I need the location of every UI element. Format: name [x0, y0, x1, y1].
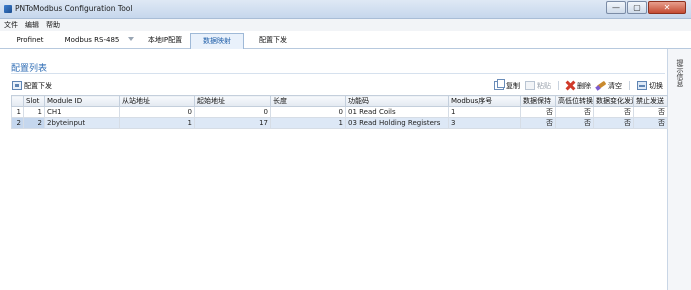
tab-config-download[interactable]: 配置下发 — [248, 33, 298, 49]
col-header-length[interactable]: 长度 — [270, 95, 346, 107]
col-header-modbus-index[interactable]: Modbus序号 — [448, 95, 521, 107]
switch-icon — [637, 81, 647, 90]
col-header-start-address[interactable]: 起始地址 — [194, 95, 271, 107]
window-title: PNToModbus Configuration Tool — [15, 4, 133, 13]
cell-slave-address[interactable]: 0 — [119, 106, 195, 118]
cell-length[interactable]: 1 — [270, 117, 346, 129]
close-button[interactable]: ✕ — [648, 1, 686, 14]
col-header-module-id[interactable]: Module ID — [44, 95, 120, 107]
main-panel: 配置列表 配置下发 复制 粘贴 删除 清空 切换 Slot Module ID … — [0, 49, 668, 290]
cell-byte-swap[interactable]: 否 — [555, 117, 594, 129]
cell-modbus-index[interactable]: 3 — [448, 117, 521, 129]
tab-bar: Profinet Modbus RS-485 本地IP配置 数据映射 配置下发 — [0, 31, 691, 49]
menu-help[interactable]: 帮助 — [46, 20, 60, 30]
section-divider — [11, 73, 665, 74]
cell-slave-address[interactable]: 1 — [119, 117, 195, 129]
copy-button[interactable]: 复制 — [494, 79, 520, 91]
switch-label: 切换 — [649, 81, 663, 90]
tab-modbus-rs485[interactable]: Modbus RS-485 — [60, 33, 124, 49]
switch-button[interactable]: 切换 — [637, 81, 663, 91]
upload-icon — [12, 81, 22, 90]
row-number: 1 — [11, 106, 24, 118]
cell-send-on-change[interactable]: 否 — [593, 106, 634, 118]
cell-modbus-index[interactable]: 1 — [448, 106, 521, 118]
table-row[interactable]: 2 2 2byteinput 1 17 1 03 Read Holding Re… — [11, 117, 668, 129]
delete-icon — [566, 81, 575, 90]
delete-label: 删除 — [577, 81, 591, 90]
cell-slot: 1 — [23, 106, 45, 118]
paste-button[interactable]: 粘贴 — [525, 81, 551, 91]
maximize-button[interactable]: ▢ — [627, 1, 647, 14]
eraser-icon — [596, 81, 606, 90]
cell-module-id[interactable]: 2byteinput — [44, 117, 120, 129]
copy-label: 复制 — [506, 81, 520, 90]
delete-button[interactable]: 删除 — [566, 81, 591, 91]
table-row[interactable]: 1 1 CH1 0 0 0 01 Read Coils 1 否 否 否 否 — [11, 106, 668, 118]
col-header-byte-swap[interactable]: 高低位转换 — [555, 95, 594, 107]
menu-edit[interactable]: 编辑 — [25, 20, 39, 30]
paste-label: 粘贴 — [537, 81, 551, 90]
cell-data-hold[interactable]: 否 — [520, 106, 556, 118]
col-header-data-hold[interactable]: 数据保持 — [520, 95, 556, 107]
title-bar: PNToModbus Configuration Tool — ▢ ✕ — [0, 0, 691, 19]
col-header-slave-address[interactable]: 从站地址 — [119, 95, 195, 107]
col-header-slot[interactable]: Slot — [23, 95, 45, 107]
cell-send-on-change[interactable]: 否 — [593, 117, 634, 129]
cell-module-id[interactable]: CH1 — [44, 106, 120, 118]
col-header-function-code[interactable]: 功能码 — [345, 95, 449, 107]
cell-function-code[interactable]: 01 Read Coils — [345, 106, 449, 118]
cell-disable-send[interactable]: 否 — [633, 106, 668, 118]
copy-icon — [494, 79, 505, 90]
tab-profinet[interactable]: Profinet — [10, 33, 50, 49]
toolbar-separator — [558, 81, 559, 90]
cell-start-address[interactable]: 0 — [194, 106, 271, 118]
chevron-down-icon[interactable] — [128, 37, 134, 41]
table-header-row: Slot Module ID 从站地址 起始地址 长度 功能码 Modbus序号… — [11, 95, 668, 107]
paste-icon — [525, 81, 535, 90]
config-table: Slot Module ID 从站地址 起始地址 长度 功能码 Modbus序号… — [11, 95, 668, 129]
minimize-button[interactable]: — — [606, 1, 626, 14]
clear-button[interactable]: 清空 — [596, 81, 622, 91]
config-download-label: 配置下发 — [24, 81, 52, 90]
toolbar-right: 复制 粘贴 删除 清空 切换 — [494, 79, 663, 91]
info-sidebar-label: 提示信息 — [676, 59, 684, 87]
col-header-disable-send[interactable]: 禁止发送 — [633, 95, 668, 107]
app-icon — [4, 5, 12, 13]
cell-length[interactable]: 0 — [270, 106, 346, 118]
cell-data-hold[interactable]: 否 — [520, 117, 556, 129]
tab-local-ip[interactable]: 本地IP配置 — [142, 33, 188, 49]
menu-bar: 文件 编辑 帮助 — [0, 19, 691, 31]
cell-start-address[interactable]: 17 — [194, 117, 271, 129]
config-download-button[interactable]: 配置下发 — [12, 81, 52, 91]
col-header-rownum[interactable] — [11, 95, 24, 107]
clear-label: 清空 — [608, 81, 622, 90]
cell-disable-send[interactable]: 否 — [633, 117, 668, 129]
toolbar-left: 配置下发 — [12, 80, 52, 91]
info-sidebar[interactable]: 提示信息 — [668, 49, 691, 290]
cell-function-code[interactable]: 03 Read Holding Registers — [345, 117, 449, 129]
row-number: 2 — [11, 117, 24, 129]
toolbar-separator — [629, 81, 630, 90]
tab-data-mapping[interactable]: 数据映射 — [190, 33, 244, 49]
cell-slot: 2 — [23, 117, 45, 129]
cell-byte-swap[interactable]: 否 — [555, 106, 594, 118]
col-header-send-on-change[interactable]: 数据变化发送 — [593, 95, 634, 107]
menu-file[interactable]: 文件 — [4, 20, 18, 30]
